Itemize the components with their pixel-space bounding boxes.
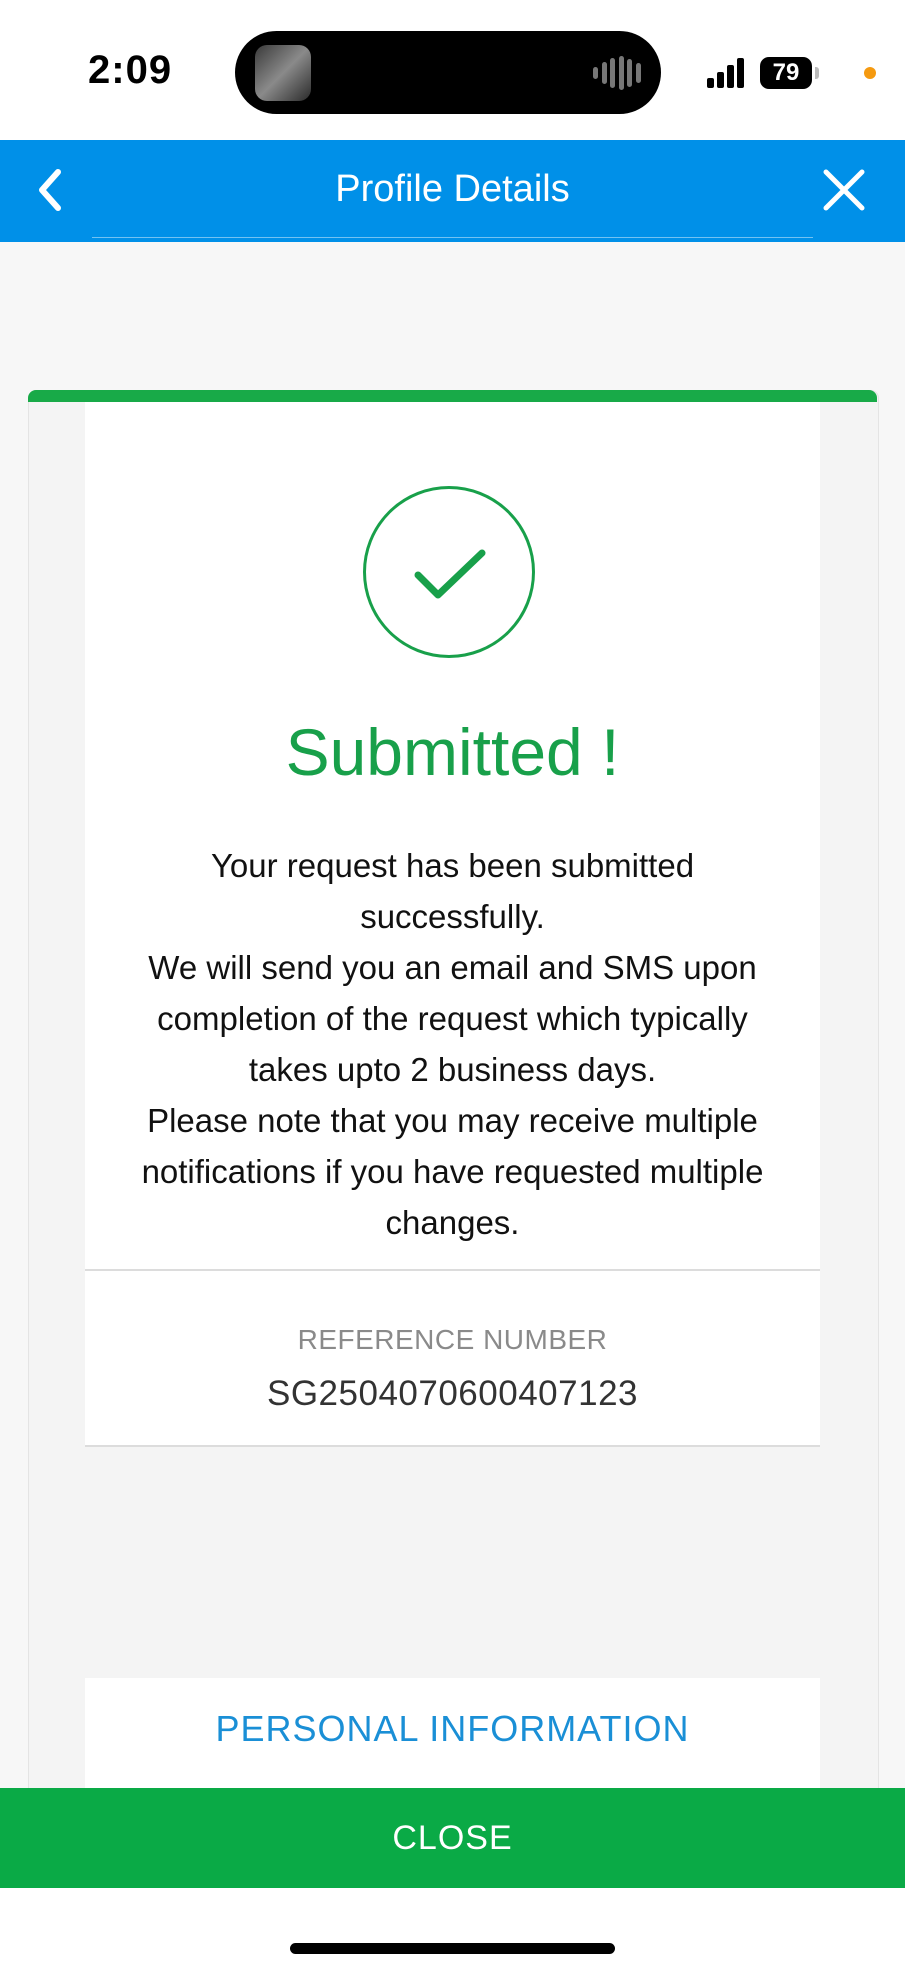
battery-tip: [815, 67, 819, 79]
submission-message: Your request has been submitted successf…: [105, 840, 800, 1248]
message-line: Please note that you may receive multipl…: [147, 1102, 758, 1139]
reference-number-value: SG2504070600407123: [266, 1374, 638, 1413]
cellular-signal-icon: [707, 58, 747, 88]
privacy-indicator-dot: [864, 67, 876, 79]
status-bar: 2:09 79: [0, 0, 905, 140]
page-title: Profile Details: [335, 168, 570, 210]
audio-waveform-icon: [593, 56, 641, 90]
message-line: completion of the request which typicall…: [157, 1000, 748, 1037]
home-indicator-area: [0, 1888, 905, 1967]
success-accent-bar: [28, 390, 877, 402]
close-icon: [823, 169, 865, 211]
message-line: We will send you an email and SMS upon: [148, 949, 757, 986]
personal-information-section[interactable]: PERSONAL INFORMATION: [85, 1678, 820, 1788]
section-divider: [85, 1445, 820, 1447]
content-area[interactable]: Submitted ! Your request has been submit…: [0, 242, 905, 1788]
battery-level: 79: [772, 59, 800, 86]
now-playing-thumbnail: [255, 45, 311, 101]
status-time: 2:09: [88, 48, 173, 92]
battery-icon: 79: [760, 57, 812, 89]
personal-information-link[interactable]: PERSONAL INFORMATION: [85, 1708, 820, 1750]
submission-summary: Submitted ! Your request has been submit…: [85, 402, 820, 1447]
home-indicator[interactable]: [290, 1943, 615, 1954]
dynamic-island: [235, 31, 661, 114]
section-divider: [85, 1269, 820, 1271]
submitted-heading: Submitted !: [285, 715, 620, 789]
close-button-label: CLOSE: [392, 1819, 513, 1857]
header-divider: [92, 237, 813, 238]
close-button[interactable]: CLOSE: [0, 1788, 905, 1888]
close-header-button[interactable]: [816, 162, 872, 218]
message-line: Your request has been submitted: [210, 847, 695, 884]
message-line: changes.: [385, 1204, 520, 1241]
message-line: notifications if you have requested mult…: [141, 1153, 764, 1190]
checkmark-icon: [414, 549, 486, 599]
check-circle-icon: [363, 486, 535, 658]
message-line: takes upto 2 business days.: [248, 1051, 657, 1088]
reference-number-label: REFERENCE NUMBER: [297, 1324, 608, 1355]
app-header: Profile Details: [0, 140, 905, 242]
message-line: successfully.: [360, 898, 545, 935]
